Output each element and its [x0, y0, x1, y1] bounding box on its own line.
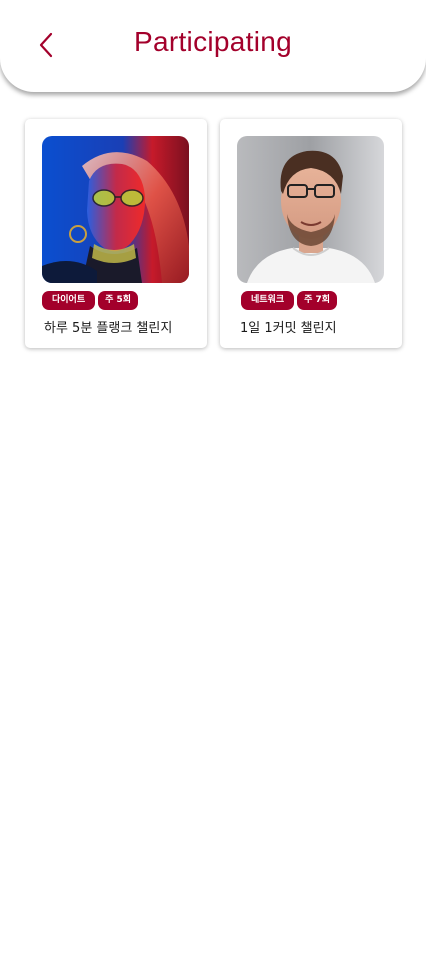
app-header: Participating	[0, 0, 426, 92]
frequency-tag: 주 7회	[297, 291, 338, 310]
category-tag: 네트워크	[241, 291, 295, 310]
category-tag: 다이어트	[42, 291, 96, 310]
challenge-card[interactable]: 네트워크 주 7회 1일 1커밋 챌린지	[220, 119, 402, 348]
challenge-title: 1일 1커밋 챌린지	[240, 321, 337, 336]
page-title: Participating	[134, 26, 292, 57]
challenge-thumbnail	[237, 136, 384, 283]
frequency-tag: 주 5회	[98, 291, 139, 310]
tag-list: 다이어트 주 5회	[42, 291, 139, 310]
challenge-title: 하루 5분 플랭크 챌린지	[44, 321, 173, 336]
challenge-thumbnail	[42, 136, 189, 283]
challenge-card[interactable]: 다이어트 주 5회 하루 5분 플랭크 챌린지	[25, 119, 207, 348]
tag-list: 네트워크 주 7회	[241, 291, 338, 310]
